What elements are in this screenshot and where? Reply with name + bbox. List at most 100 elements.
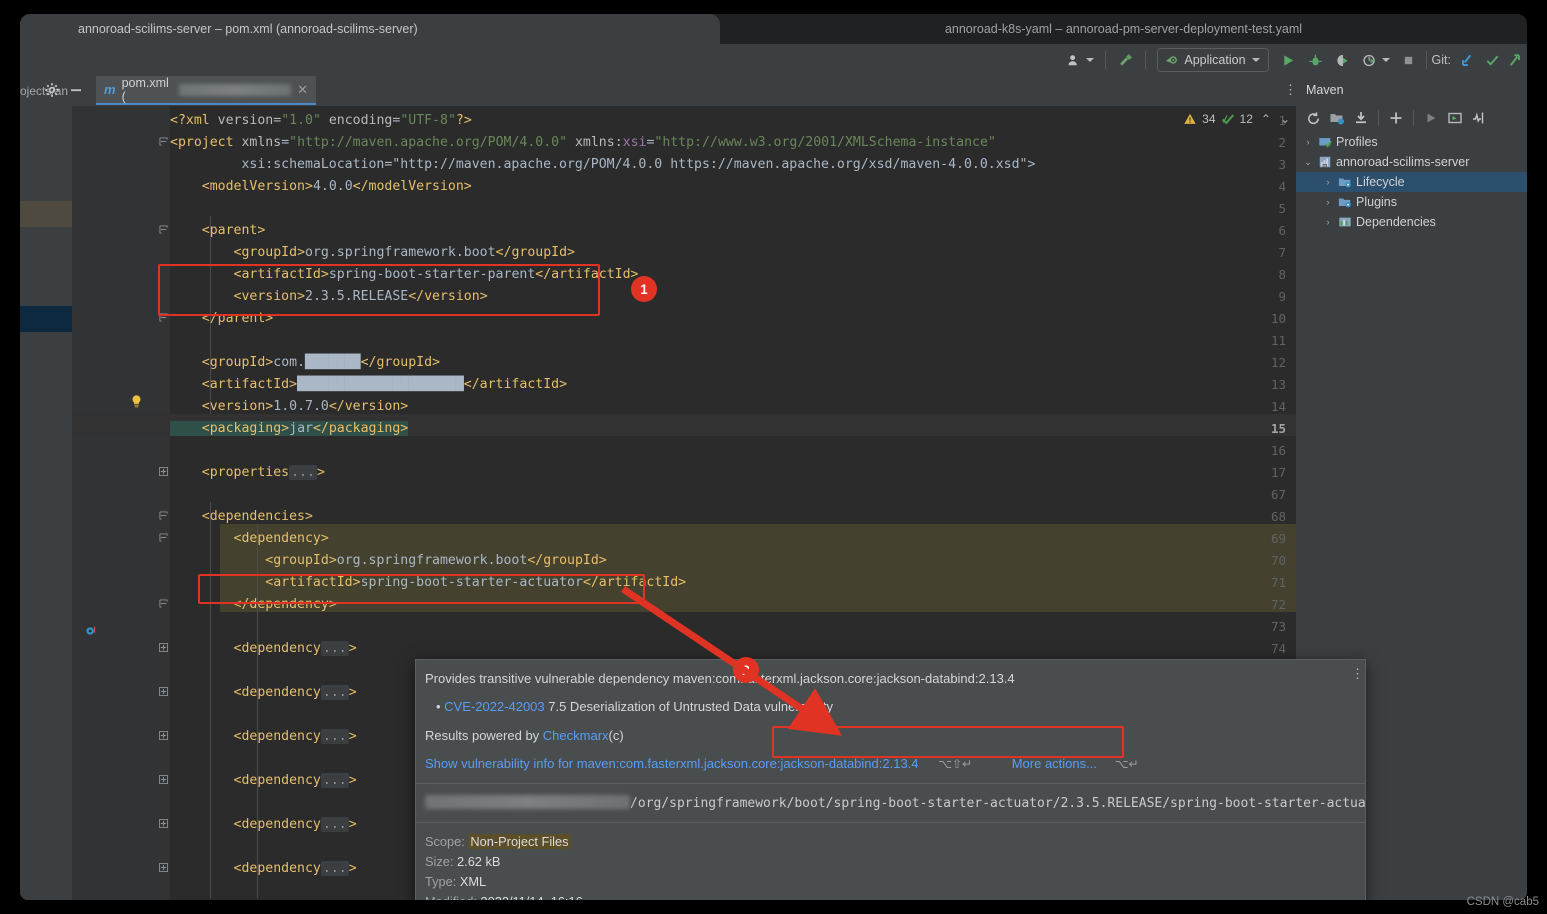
popup-meta-value: 2.62 kB	[457, 854, 501, 869]
code-line[interactable]: <dependency... >	[170, 814, 357, 836]
project-row-selected[interactable]	[20, 306, 72, 332]
code-line[interactable]: <properties... >	[170, 462, 325, 484]
maven-tree-item-lifecycle[interactable]: › Lifecycle	[1296, 172, 1527, 192]
code-line[interactable]: <project xmlns="http://maven.apache.org/…	[170, 132, 996, 154]
maven-title: Maven	[1306, 83, 1344, 97]
maven-toolbar	[1296, 104, 1527, 132]
code-line[interactable]: <groupId>com.███████</groupId>	[170, 352, 440, 374]
hammer-icon	[1120, 53, 1133, 66]
popup-meta-row: Modified: 2023/11/14, 16:16	[425, 894, 583, 900]
code-line[interactable]: <dependency... >	[170, 770, 357, 792]
code-line[interactable]: <dependency>	[170, 528, 329, 550]
project-tab-active[interactable]: annoroad-scilims-server – pom.xml (annor…	[20, 14, 720, 44]
debug-button[interactable]	[1302, 44, 1329, 76]
toggle-offline-mode-button[interactable]	[1468, 107, 1490, 129]
chevron-right-icon[interactable]: ›	[1322, 217, 1334, 227]
code-line[interactable]: <groupId>org.springframework.boot</group…	[170, 242, 575, 264]
profile-button[interactable]	[1356, 44, 1396, 76]
chevron-right-icon[interactable]: ›	[1322, 197, 1334, 207]
fold-expand-icon[interactable]	[158, 770, 169, 792]
hide-tool-window-button[interactable]	[68, 82, 84, 103]
checkmarx-link[interactable]: Checkmarx	[543, 728, 609, 743]
git-push-button[interactable]	[1505, 44, 1527, 76]
reload-all-maven-projects-button[interactable]	[1302, 107, 1324, 129]
maven-tree-item-profiles[interactable]: › Profiles	[1296, 132, 1527, 152]
inspection-widget[interactable]: 34 12 ⌃ ⌄	[1183, 112, 1290, 126]
code-line[interactable]: <dependency... >	[170, 682, 357, 704]
fold-expand-icon[interactable]	[158, 726, 169, 748]
popup-meta-value: 2023/11/14, 16:16	[480, 894, 582, 900]
tool-window-options-button[interactable]	[44, 82, 60, 103]
add-maven-project-button[interactable]	[1326, 107, 1348, 129]
fold-collapse-icon[interactable]	[158, 220, 169, 242]
code-line[interactable]: <?xml version="1.0" encoding="UTF-8"?>	[170, 110, 472, 132]
run-button[interactable]	[1275, 44, 1302, 76]
project-tab-inactive[interactable]: annoroad-k8s-yaml – annoroad-pm-server-d…	[720, 14, 1527, 44]
code-line[interactable]: <version>1.0.7.0</version>	[170, 396, 408, 418]
screenshot-root: annoroad-scilims-server – pom.xml (annor…	[0, 0, 1547, 914]
code-line[interactable]: <dependency... >	[170, 858, 357, 880]
debug-icon	[1308, 54, 1322, 65]
git-update-button[interactable]	[1455, 44, 1480, 76]
add-plugin-button[interactable]	[1385, 107, 1407, 129]
project-row-highlighted[interactable]	[20, 201, 72, 227]
annotation-badge-1: 1	[631, 276, 657, 302]
run-gutter-icon[interactable]	[84, 624, 98, 643]
intention-bulb-icon[interactable]	[129, 394, 144, 414]
build-button[interactable]	[1111, 44, 1140, 76]
next-problem-button[interactable]: ⌄	[1280, 112, 1290, 126]
show-vulnerability-info-link[interactable]: Show vulnerability info for maven:com.fa…	[425, 756, 919, 771]
chevron-right-icon[interactable]: ›	[1302, 137, 1314, 147]
path-highlight-segment: /spring-boot-starter-actuator/2.3.5.RELE…	[825, 796, 1178, 811]
maven-project-tree[interactable]: › Profiles ⌄ m annoroad-scilims-server › Lifec…	[1296, 132, 1527, 232]
editor-gutter[interactable]	[72, 106, 170, 900]
execute-maven-goal-button[interactable]	[1444, 107, 1466, 129]
editor-options-kebab-icon[interactable]: ⋮	[1284, 83, 1297, 96]
fold-expand-icon[interactable]	[158, 638, 169, 660]
code-line[interactable]: <packaging>jar</packaging>	[170, 418, 409, 440]
maven-tree-item-plugins[interactable]: › Plugins	[1296, 192, 1527, 212]
code-line[interactable]: <artifactId>█████████████████████</artif…	[170, 374, 567, 396]
fold-expand-icon[interactable]	[158, 858, 169, 880]
fold-collapse-icon[interactable]	[158, 506, 169, 528]
fold-expand-icon[interactable]	[158, 814, 169, 836]
code-line[interactable]: <dependency... >	[170, 638, 357, 660]
project-tool-window-strip[interactable]: ojects/an	[20, 76, 72, 900]
stop-button[interactable]	[1396, 44, 1421, 76]
run-maven-goal-button[interactable]	[1420, 107, 1442, 129]
code-line[interactable]: <dependencies>	[170, 506, 313, 528]
editor-tab-pom-xml[interactable]: m pom.xml ( ✕	[96, 76, 316, 105]
chevron-right-icon[interactable]: ›	[1322, 177, 1334, 187]
refresh-icon	[1307, 111, 1319, 124]
documentation-popup[interactable]: Provides transitive vulnerable dependenc…	[415, 659, 1366, 900]
fold-expand-icon[interactable]	[158, 682, 169, 704]
watermark: CSDN @cab5	[1466, 896, 1539, 908]
fold-collapse-icon[interactable]	[158, 132, 169, 154]
user-menu-button[interactable]	[1061, 44, 1100, 76]
editor-tab-masked-text	[179, 83, 292, 96]
more-actions-link[interactable]: More actions...	[1012, 756, 1097, 771]
previous-problem-button[interactable]: ⌃	[1261, 112, 1271, 126]
close-icon[interactable]: ✕	[297, 82, 308, 98]
fold-collapse-icon[interactable]	[158, 594, 169, 616]
git-commit-button[interactable]	[1480, 44, 1505, 76]
fold-collapse-icon[interactable]	[158, 528, 169, 550]
run-configuration-selector[interactable]: Application	[1151, 44, 1274, 76]
chevron-down-icon[interactable]: ⌄	[1302, 157, 1314, 168]
code-line[interactable]: <parent>	[170, 220, 266, 242]
code-line[interactable]: <modelVersion>4.0.0</modelVersion>	[170, 176, 472, 198]
maven-tree-item-dependencies[interactable]: › Dependencies	[1296, 212, 1527, 232]
toolbar-divider-3	[1425, 51, 1427, 69]
code-line[interactable]: <dependency... >	[170, 726, 357, 748]
popup-more-options-top-icon[interactable]: ⋮	[1351, 667, 1364, 680]
more-actions-shortcut: ⌥↵	[1114, 757, 1139, 771]
chevron-down-icon	[1251, 58, 1260, 62]
code-line[interactable]: <groupId>org.springframework.boot</group…	[170, 550, 606, 572]
fold-expand-icon[interactable]	[158, 462, 169, 484]
profiles-icon	[1318, 135, 1332, 149]
maven-tree-item-annoroad-scilims-server[interactable]: ⌄ m annoroad-scilims-server	[1296, 152, 1527, 172]
cve-link[interactable]: CVE-2022-42003	[444, 699, 544, 714]
code-line[interactable]: xsi:schemaLocation="http://maven.apache.…	[170, 154, 1035, 176]
run-with-coverage-button[interactable]	[1329, 44, 1356, 76]
download-sources-button[interactable]	[1350, 107, 1372, 129]
